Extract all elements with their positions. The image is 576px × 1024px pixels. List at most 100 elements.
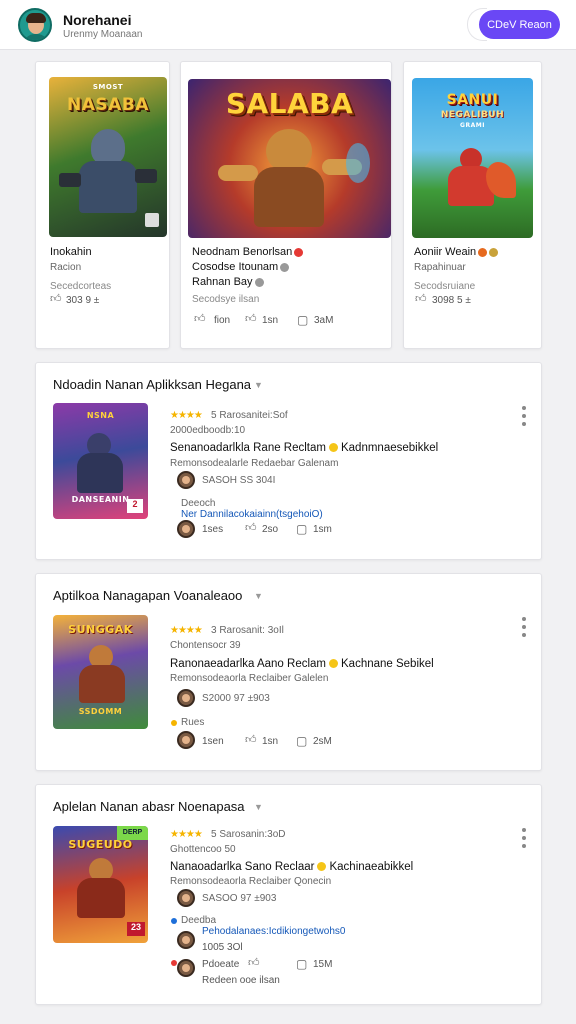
profile-subtitle: Urenmy Moanaan [63,29,143,40]
comment-icon[interactable]: ▢ [297,314,308,326]
user-avatar[interactable] [177,689,195,707]
cover-title: SALABA [225,87,354,120]
featured-line-3: Rahnan Bay [192,276,264,288]
comment-icon[interactable]: ▢ [296,735,307,747]
post-link[interactable]: Pehodalanaes:Icdikiongetwohs0 [202,926,345,937]
like-icon[interactable]: 👍︎ [194,314,206,325]
post-link[interactable]: Ner Dannilacokaiainn(tsgehoiO) [181,509,323,520]
post-subline: Remonsodeaorla Reclaiber Qonecin [170,876,332,887]
featured-extra: Secedcorteas [50,281,112,292]
share-icon[interactable]: 👍︎ [245,523,257,534]
cover-title: NSNA [86,411,115,420]
post-headline: Ranonaeadarlka Aano Reclam Kachnane Sebik… [170,658,434,670]
rating-stars: ★★★★ [170,625,203,636]
cover-subtitle: SSDOMM [78,707,123,716]
featured-title: Inokahin [50,246,92,258]
featured-cover-3[interactable]: SANUI NEGALIBUH GRAMI [412,78,533,238]
featured-line-2: Cosodse Itounam [192,261,290,273]
user-avatar[interactable] [177,889,195,907]
row-stats: 1005 3Ol [202,942,243,953]
rating-stars: ★★★★ [170,410,203,421]
featured-card-3[interactable]: SANUI NEGALIBUH GRAMI Aoniir Weain Rapah… [403,61,542,349]
cover-badge: SMOST [92,83,124,91]
comment-icon[interactable]: ▢ [296,523,307,535]
post-headline: Senanoadarlkla Rane Recltam Kadnmnaesebik… [170,442,439,454]
cover-badge: GRAMI [460,122,485,129]
chevron-down-icon[interactable]: ▼ [254,802,263,812]
like-count: fion [214,315,231,326]
post-subline: Remonsodealarle Redaebar Galenam [170,458,339,469]
comment-icon[interactable]: ▢ [296,958,307,970]
kebab-menu-icon[interactable] [522,406,526,430]
status-label: Rues [181,717,205,728]
comment-count: 1sm [313,524,332,535]
post-headline: Nanaoadarlka Sano Reclaar Kachinaeabikkel [170,861,414,873]
user-avatar[interactable] [177,471,195,489]
header-action-button[interactable]: CDeV Reaon [479,10,560,39]
card-footer: Redeen ooe ilsan [202,975,280,986]
meta-text: Chontensocr 39 [170,640,241,651]
share-count: 1sn [262,736,279,747]
rating-stars: ★★★★ [170,829,203,840]
cover-badge: 23 [127,922,145,936]
status-dot [171,918,177,924]
share-count: 2so [262,524,279,535]
featured-subtitle: Rapahinuar [414,262,466,273]
app-header: Norehanei Urenmy Moanaan CDeV Reaon [0,0,576,50]
cover-badge: 2 [127,499,143,513]
like-icon[interactable]: 👍︎ [50,294,62,305]
chevron-down-icon[interactable]: ▼ [254,591,263,601]
section-card-2: Aptilkoa Nanagapan Voanaleaoo ▼ SUNGGAK … [35,573,542,771]
featured-extra: Secodsye ilsan [192,294,260,305]
character-art [91,129,125,165]
user-avatar[interactable] [177,520,195,538]
section-cover-3[interactable]: DERP SUGEUDO 23 [53,826,148,943]
chevron-down-icon[interactable]: ▼ [254,380,263,390]
user-avatar[interactable] [177,731,195,749]
rating-text: 5 Rarosanitei:Sof [211,410,288,421]
featured-extra: Secodsruiane [414,281,476,292]
cover-title: SANUI [446,92,499,108]
share-icon[interactable]: 👍︎ [248,958,260,969]
featured-card-1[interactable]: SMOST NASABA Inokahin Racion Secedcortea… [35,61,170,349]
status-dot [171,960,177,966]
featured-title: Aoniir Weain [414,246,499,258]
cover-title: NASABA [67,95,149,115]
comment-count: 2sM [313,736,332,747]
profile-name: Norehanei [63,12,132,28]
avatar-meta: S2000 97 ±903 [202,693,270,704]
share-icon[interactable]: 👍︎ [245,314,257,325]
section-title: Aplelan Nanan abasr Noenapasa [53,799,245,814]
row-label: Pdoeate [202,959,240,970]
section-title: Ndoadin Nanan Aplikksan Hegana [53,377,252,392]
profile-avatar[interactable] [18,8,52,42]
avatar-meta: SASOO 97 ±903 [202,893,277,904]
share-count: 1sn [262,315,279,326]
post-subline: Remonsodeaorla Reclaiber Galelen [170,673,329,684]
comment-count: 3aM [314,315,334,326]
featured-stats: 3098 5 ± [432,295,471,306]
featured-card-2[interactable]: SALABA Neodnam Benorlsan Cosodse Itounam… [180,61,392,349]
kebab-menu-icon[interactable] [522,617,526,641]
section-cover-1[interactable]: NSNA DANSEANIN 2 [53,403,148,519]
featured-title: Neodnam Benorlsan [192,246,304,258]
share-icon[interactable]: 👍︎ [245,735,257,746]
status-label: Deeoch [181,498,216,509]
cover-title: SUNGGAK [68,623,133,636]
featured-subtitle: Racion [50,262,82,273]
cover-subtitle: NEGALIBUH [440,110,505,120]
section-cover-2[interactable]: SUNGGAK SSDOMM [53,615,148,729]
rating-text: 5 Sarosanin:3oD [211,829,286,840]
kebab-menu-icon[interactable] [522,828,526,852]
section-card-3: Aplelan Nanan abasr Noenapasa ▼ DERP SUG… [35,784,542,1005]
cover-title: SUGEUDO [68,838,133,851]
user-avatar[interactable] [177,931,195,949]
status-dot [171,720,177,726]
status-label: Deedba [181,915,217,926]
like-icon[interactable]: 👍︎ [415,294,427,305]
featured-cover-2[interactable]: SALABA [188,79,391,238]
rating-text: 3 Rarosanit: 3oIl [211,625,284,636]
featured-cover-1[interactable]: SMOST NASABA [49,77,167,237]
user-avatar[interactable] [177,959,195,977]
meta-text: 2000edboodb:10 [170,425,246,436]
